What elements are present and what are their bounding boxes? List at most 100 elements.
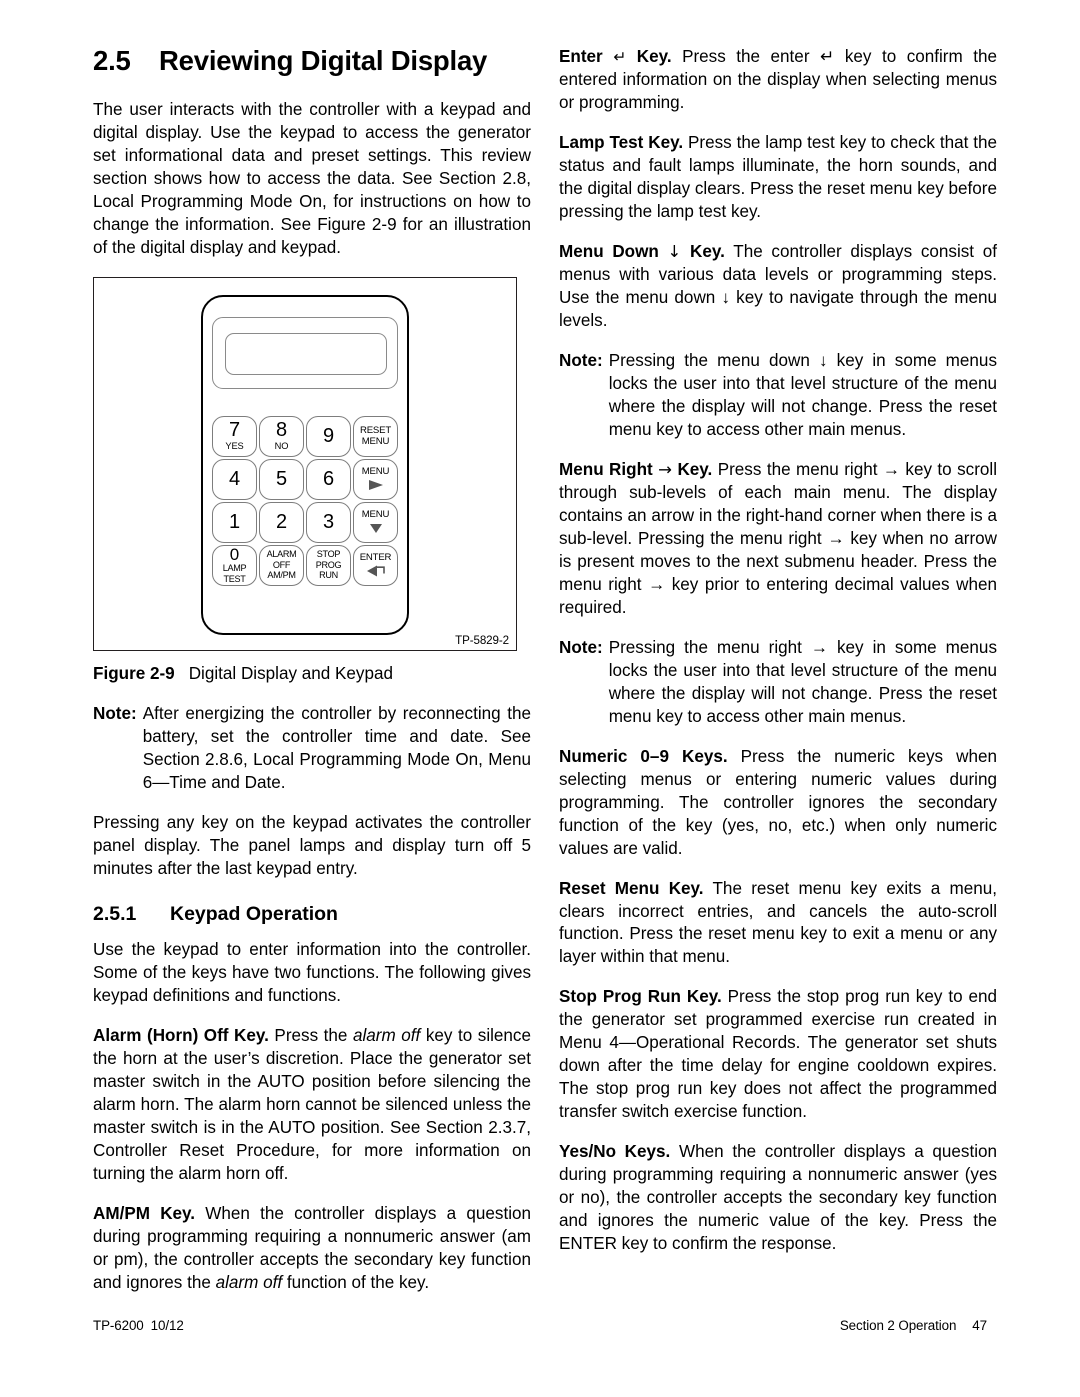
key-label-line-1: MENU [361, 509, 390, 521]
figure-id-label: TP-5829-2 [455, 633, 509, 647]
subsection-title: 2.5.1 Keypad Operation [93, 903, 531, 925]
section-title-text: Reviewing Digital Display [159, 45, 488, 76]
key-menu-right[interactable]: MENU [353, 458, 398, 500]
key-menu-down[interactable]: MENU [353, 501, 398, 543]
key-6[interactable]: 6 [306, 458, 351, 500]
paragraph-alarm-off-key: Alarm (Horn) Off Key. Press the alarm of… [93, 1025, 531, 1186]
key-label-line-1: ENTER [359, 552, 392, 564]
arrow-right-icon: → [658, 459, 672, 479]
note-text: After energizing the controller by recon… [142, 703, 531, 792]
reset-menu-key-heading: Reset Menu Key. [559, 878, 704, 898]
digital-display-screen [225, 332, 387, 375]
menu-down-key-heading-1: Menu Down [559, 241, 659, 261]
enter-key-heading-1: Enter [559, 47, 603, 66]
key-label-line-1: MENU [361, 466, 390, 478]
menu-right-key-heading-2: Key. [677, 459, 713, 479]
page-footer: TP-6200 10/12 Section 2 Operation 47 [93, 1318, 987, 1333]
menu-right-key-heading-1: Menu Right [559, 459, 653, 479]
key-2[interactable]: 2 [259, 501, 304, 543]
ampm-key-heading: AM/PM Key. [93, 1203, 196, 1223]
paragraph-menu-right-key: Menu Right → Key. Press the menu right →… [559, 459, 997, 620]
footer-document-number: TP-6200 [93, 1318, 144, 1333]
key-digit: 4 [228, 468, 241, 491]
paragraph-menu-down-key: Menu Down ↓ Key. The controller displays… [559, 241, 997, 333]
key-8-no[interactable]: 8 NO [259, 415, 304, 457]
key-digit: 8 [275, 419, 288, 442]
footer-left: TP-6200 10/12 [93, 1318, 184, 1333]
keypad-device: 7 YES 8 NO 9 RESET MENU 4 5 6 MENU 1 2 3… [201, 294, 409, 635]
paragraph-reset-menu-key: Reset Menu Key. The reset menu key exits… [559, 878, 997, 970]
key-alarm-off-ampm[interactable]: ALARM OFF AM/PM [259, 544, 304, 586]
footer-page-number: 47 [972, 1318, 987, 1333]
figure-caption-text: Digital Display and Keypad [188, 663, 393, 683]
key-sublabel: YES [225, 441, 244, 452]
alarm-off-key-italic-1: alarm off [352, 1025, 421, 1045]
ampm-key-text-2: function of the key. [282, 1272, 430, 1292]
ampm-key-italic-1: alarm off [215, 1272, 283, 1292]
note-menu-right: Note: Pressing the menu right → key in s… [559, 637, 997, 729]
footer-right: Section 2 Operation 47 [840, 1318, 987, 1333]
display-bezel [212, 316, 398, 389]
key-stop-prog-run[interactable]: STOP PROG RUN [306, 544, 351, 586]
key-4[interactable]: 4 [212, 458, 257, 500]
paragraph-lamp-test-key: Lamp Test Key. Press the lamp test key t… [559, 132, 997, 224]
subsection-title-text: Keypad Operation [170, 902, 338, 925]
key-label-line-1: ALARM [266, 549, 297, 560]
figure-2-9: 7 YES 8 NO 9 RESET MENU 4 5 6 MENU 1 2 3… [93, 276, 531, 684]
note-label: Note: [93, 703, 137, 723]
key-label-line-3: RUN [319, 570, 338, 581]
key-digit: 3 [322, 511, 335, 534]
menu-right-key-text: Press the menu right → key to scroll thr… [559, 459, 998, 617]
key-5[interactable]: 5 [259, 458, 304, 500]
paragraph-stop-prog-run-key: Stop Prog Run Key. Press the stop prog r… [559, 986, 997, 1124]
key-label-line-1: STOP [316, 549, 341, 560]
key-0-lamp-test[interactable]: 0 LAMP TEST [212, 544, 257, 586]
alarm-off-key-heading: Alarm (Horn) Off Key. [93, 1025, 269, 1045]
arrow-down-icon: ↓ [667, 241, 682, 261]
figure-frame: 7 YES 8 NO 9 RESET MENU 4 5 6 MENU 1 2 3… [93, 276, 517, 651]
note-label: Note: [559, 637, 603, 657]
key-label-line-2: OFF [272, 559, 291, 570]
enter-key-heading-2: Key. [636, 47, 672, 66]
footer-revision-date: 10/12 [150, 1318, 184, 1333]
key-digit: 2 [275, 511, 288, 534]
note-text: Pressing the menu down ↓ key in some men… [608, 350, 997, 439]
enter-arrow-icon: ↵ [613, 48, 627, 66]
yes-no-keys-heading: Yes/No Keys. [559, 1142, 671, 1162]
key-enter[interactable]: ENTER [353, 544, 398, 586]
numeric-keys-heading: Numeric 0–9 Keys. [559, 746, 728, 766]
keypad-grid: 7 YES 8 NO 9 RESET MENU 4 5 6 MENU 1 2 3… [212, 415, 402, 588]
key-digit: 1 [228, 511, 241, 534]
key-1[interactable]: 1 [212, 501, 257, 543]
key-digit: 6 [322, 468, 335, 491]
paragraph-ampm-key: AM/PM Key. When the controller displays … [93, 1203, 531, 1295]
paragraph-keypad-intro: Use the keypad to enter information into… [93, 940, 531, 1005]
left-column: 2.5 Reviewing Digital Display The user i… [93, 45, 531, 1295]
figure-caption: Figure 2-9 Digital Display and Keypad [93, 664, 531, 684]
paragraph-panel-display: Pressing any key on the keypad activates… [93, 812, 531, 878]
key-digit: 5 [275, 468, 288, 491]
key-label-line-1: RESET [360, 424, 391, 436]
key-label-line-1: LAMP [222, 563, 247, 574]
stop-prog-run-key-text: Press the stop prog run key to end the g… [559, 987, 997, 1122]
key-sublabel: NO [274, 441, 289, 452]
key-reset-menu[interactable]: RESET MENU [353, 415, 398, 457]
document-page: 2.5 Reviewing Digital Display The user i… [0, 0, 1080, 1397]
paragraph-yes-no-keys: Yes/No Keys. When the controller display… [559, 1141, 997, 1256]
note-menu-down: Note: Pressing the menu down ↓ key in so… [559, 350, 997, 442]
key-digit: 0 [229, 545, 240, 565]
enter-arrow-icon [364, 564, 388, 578]
intro-paragraph: The user interacts with the controller w… [93, 99, 531, 257]
key-7-yes[interactable]: 7 YES [212, 415, 257, 457]
key-digit: 7 [228, 419, 241, 442]
subsection-number: 2.5.1 [93, 902, 137, 925]
alarm-off-key-text-1: Press the [268, 1025, 353, 1045]
page-title: 2.5 Reviewing Digital Display [93, 45, 531, 77]
key-3[interactable]: 3 [306, 501, 351, 543]
note-after-figure: Note: After energizing the controller by… [93, 703, 531, 795]
paragraph-numeric-keys: Numeric 0–9 Keys. Press the numeric keys… [559, 746, 997, 861]
key-label-line-2: PROG [315, 559, 342, 570]
lamp-test-key-heading: Lamp Test Key. [559, 132, 684, 152]
note-text: Pressing the menu right → key in some me… [608, 637, 997, 726]
key-9[interactable]: 9 [306, 415, 351, 457]
